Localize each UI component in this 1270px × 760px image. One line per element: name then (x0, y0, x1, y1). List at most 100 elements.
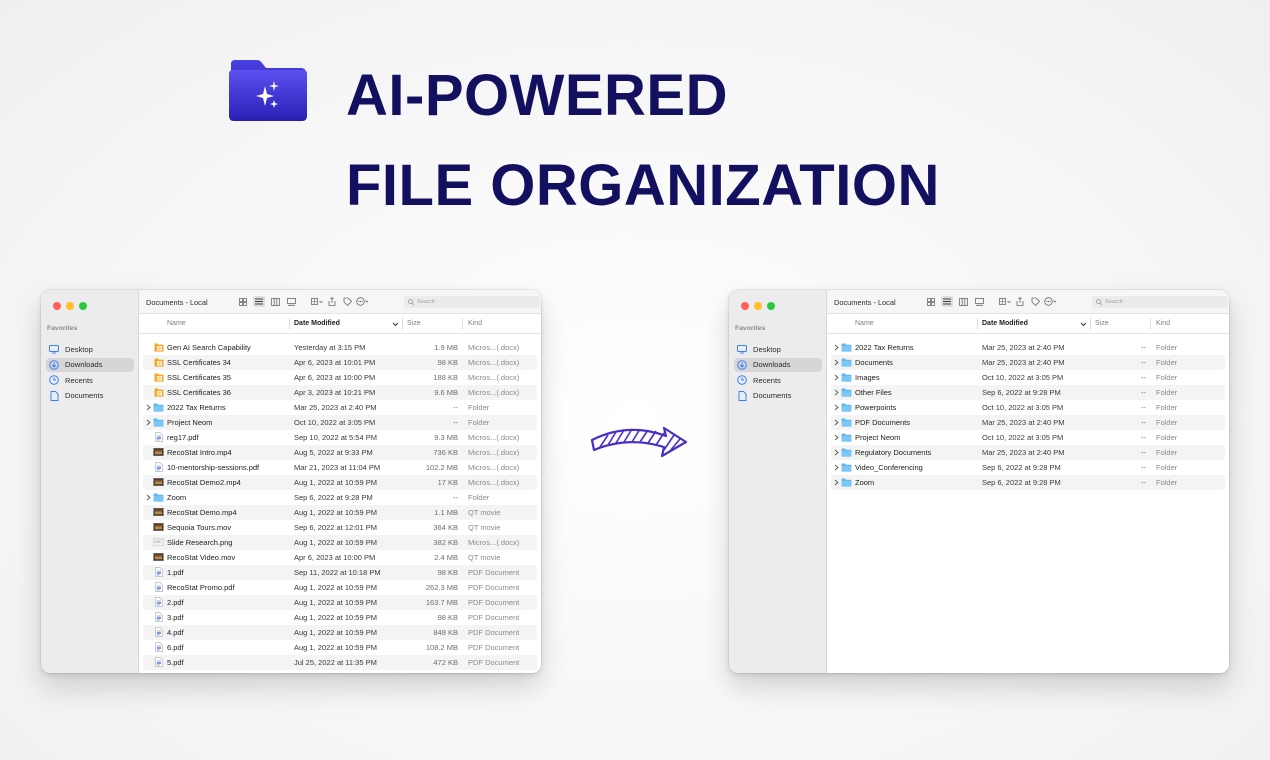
file-list-pane: Documents - Local Search Name Date Modif… (827, 290, 1229, 673)
disclosure-chevron-icon[interactable] (832, 462, 840, 472)
disclosure-chevron-icon[interactable] (832, 447, 840, 457)
file-kind: PDF Document (468, 568, 520, 577)
sidebar-item-documents[interactable]: Documents (734, 389, 822, 403)
chevron-down-icon[interactable] (392, 320, 399, 329)
disclosure-chevron-icon[interactable] (832, 342, 840, 352)
column-name[interactable]: Name (855, 320, 874, 327)
file-name: Zoom (855, 478, 875, 487)
column-divider (462, 318, 463, 330)
disclosure-chevron-icon[interactable] (832, 477, 840, 487)
gallery-view-icon[interactable] (973, 296, 985, 307)
more-actions-icon[interactable] (1044, 296, 1056, 307)
disclosure-chevron-icon[interactable] (144, 417, 152, 427)
sidebar-item-recents[interactable]: Recents (46, 373, 134, 387)
file-row[interactable]: Gen AI Search Capability Yesterday at 3:1… (143, 340, 537, 355)
share-icon[interactable] (326, 296, 338, 307)
file-row[interactable]: Documents Mar 25, 2023 at 2:40 PM -- Folder (831, 355, 1225, 370)
file-row[interactable]: Slide Research.png Aug 1, 2022 at 10:59 P… (143, 535, 537, 550)
file-row[interactable]: RecoStat Video.mov Apr 6, 2023 at 10:00 P… (143, 550, 537, 565)
column-date-modified[interactable]: Date Modified (982, 320, 1028, 327)
file-row[interactable]: SSL Certificates 36 Apr 3, 2023 at 10:21 … (143, 385, 537, 400)
share-icon[interactable] (1014, 296, 1026, 307)
group-by-icon[interactable] (999, 296, 1011, 307)
file-row[interactable]: 5.pdf Jul 25, 2022 at 11:35 PM 472 KB PDF D… (143, 655, 537, 670)
minimize-button[interactable] (754, 302, 762, 310)
file-row[interactable]: Video_Conferencing Sep 6, 2022 at 9:28 PM… (831, 460, 1225, 475)
column-view-icon[interactable] (957, 296, 969, 307)
file-row[interactable]: Images Oct 10, 2022 at 3:05 PM -- Folder (831, 370, 1225, 385)
file-size: 9.6 MB (434, 388, 458, 397)
file-row[interactable]: SSL Certificates 35 Apr 6, 2023 at 10:00 … (143, 370, 537, 385)
file-row[interactable]: Project Neom Oct 10, 2022 at 3:05 PM -- Fol… (143, 415, 537, 430)
column-kind[interactable]: Kind (468, 320, 482, 327)
disclosure-chevron-icon[interactable] (832, 387, 840, 397)
file-row[interactable]: RecoStat Intro.mp4 Aug 5, 2022 at 9:33 PM… (143, 445, 537, 460)
file-row[interactable]: Project Neom Oct 10, 2022 at 3:05 PM -- Fol… (831, 430, 1225, 445)
disclosure-chevron-icon[interactable] (832, 357, 840, 367)
close-button[interactable] (741, 302, 749, 310)
file-row[interactable]: Sequoia Tours.mov Sep 6, 2022 at 12:01 PM… (143, 520, 537, 535)
file-row[interactable]: 4.pdf Aug 1, 2022 at 10:59 PM 848 KB PDF Do… (143, 625, 537, 640)
file-size: -- (453, 493, 458, 502)
group-by-icon[interactable] (311, 296, 323, 307)
disclosure-chevron-icon[interactable] (832, 402, 840, 412)
file-row[interactable]: 2022 Tax Returns Mar 25, 2023 at 2:40 PM -… (831, 340, 1225, 355)
list-view-icon[interactable] (253, 296, 265, 307)
disclosure-chevron-icon[interactable] (144, 402, 152, 412)
file-row[interactable]: Powerpoints Oct 10, 2022 at 3:05 PM -- Fold… (831, 400, 1225, 415)
disclosure-chevron-icon[interactable] (144, 492, 152, 502)
column-date-modified[interactable]: Date Modified (294, 320, 340, 327)
disclosure-chevron-icon[interactable] (832, 417, 840, 427)
disclosure-chevron-icon[interactable] (832, 432, 840, 442)
file-row[interactable]: SSL Certificates 34 Apr 6, 2023 at 10:01 … (143, 355, 537, 370)
column-size[interactable]: Size (407, 320, 421, 327)
sidebar-item-downloads[interactable]: Downloads (734, 357, 822, 372)
icon-view-icon[interactable] (925, 296, 937, 307)
search-field[interactable]: Search (1092, 296, 1228, 308)
search-field[interactable]: Search (404, 296, 540, 308)
column-size[interactable]: Size (1095, 320, 1109, 327)
video-file-icon (153, 552, 164, 562)
zoom-button[interactable] (767, 302, 775, 310)
file-row[interactable]: 2022 Tax Returns Mar 25, 2023 at 2:40 PM -… (143, 400, 537, 415)
file-row[interactable]: RecoStat Promo.pdf Aug 1, 2022 at 10:59 P… (143, 580, 537, 595)
sidebar-item-downloads[interactable]: Downloads (46, 357, 134, 372)
folder-icon (841, 432, 852, 442)
zoom-button[interactable] (79, 302, 87, 310)
file-row[interactable]: Other Files Sep 6, 2022 at 9:28 PM -- Folde… (831, 385, 1225, 400)
tag-icon[interactable] (1029, 296, 1041, 307)
file-kind: PDF Document (468, 628, 520, 637)
gallery-view-icon[interactable] (285, 296, 297, 307)
file-row[interactable]: RecoStat Demo.mp4 Aug 1, 2022 at 10:59 PM… (143, 505, 537, 520)
column-name[interactable]: Name (167, 320, 186, 327)
file-date-modified: Mar 25, 2023 at 2:40 PM (982, 343, 1065, 352)
chevron-down-icon[interactable] (1080, 320, 1087, 329)
file-row[interactable]: Regulatory Documents Mar 25, 2023 at 2:40… (831, 445, 1225, 460)
disclosure-chevron-icon[interactable] (832, 372, 840, 382)
file-row[interactable]: 2.pdf Aug 1, 2022 at 10:59 PM 163.7 MB PDF … (143, 595, 537, 610)
file-kind: Micros...(.docx) (468, 463, 520, 472)
file-row[interactable]: reg17.pdf Sep 10, 2022 at 5:54 PM 9.3 MB Mi… (143, 430, 537, 445)
file-row[interactable]: Zoom Sep 6, 2022 at 9:28 PM -- Folder (143, 490, 537, 505)
file-row[interactable]: 1.pdf Sep 11, 2022 at 10:18 PM 98 KB PDF Do… (143, 565, 537, 580)
icon-view-icon[interactable] (237, 296, 249, 307)
column-kind[interactable]: Kind (1156, 320, 1170, 327)
file-row[interactable]: PDF Documents Mar 25, 2023 at 2:40 PM -- Fo… (831, 415, 1225, 430)
tag-icon[interactable] (341, 296, 353, 307)
more-actions-icon[interactable] (356, 296, 368, 307)
list-view-icon[interactable] (941, 296, 953, 307)
sidebar-item-documents[interactable]: Documents (46, 389, 134, 403)
file-row[interactable]: 10-mentorship-sessions.pdf Mar 21, 2023 a… (143, 460, 537, 475)
sidebar-item-desktop[interactable]: Desktop (46, 342, 134, 356)
close-button[interactable] (53, 302, 61, 310)
sidebar-item-recents[interactable]: Recents (734, 373, 822, 387)
minimize-button[interactable] (66, 302, 74, 310)
file-row[interactable]: RecoStat Demo2.mp4 Aug 1, 2022 at 10:59 P… (143, 475, 537, 490)
file-row[interactable]: 6.pdf Aug 1, 2022 at 10:59 PM 108.2 MB PDF … (143, 640, 537, 655)
file-row[interactable]: Zoom Sep 6, 2022 at 9:28 PM -- Folder (831, 475, 1225, 490)
sidebar-item-desktop[interactable]: Desktop (734, 342, 822, 356)
file-kind: Folder (1156, 373, 1178, 382)
column-view-icon[interactable] (269, 296, 281, 307)
file-row[interactable]: 3.pdf Aug 1, 2022 at 10:59 PM 98 KB PDF Doc… (143, 610, 537, 625)
sidebar-item-label: Desktop (65, 344, 93, 354)
